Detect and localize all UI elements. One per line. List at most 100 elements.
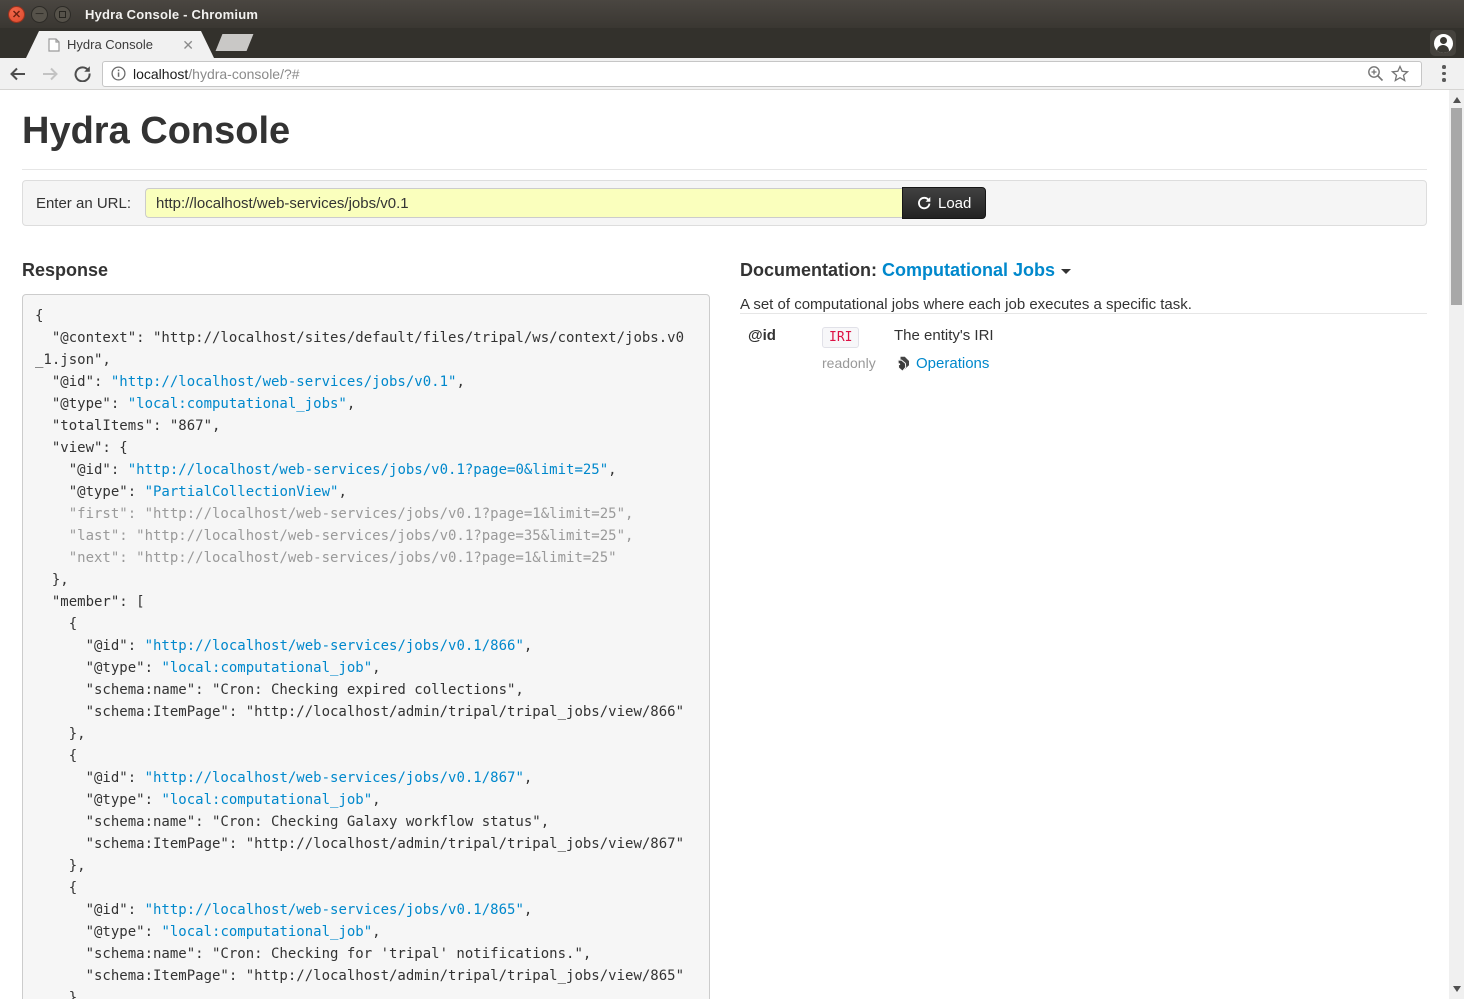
browser-tab[interactable]: Hydra Console ✕: [26, 31, 214, 58]
json-text: ,: [524, 902, 532, 918]
person-icon: [1434, 34, 1453, 53]
load-button[interactable]: Load: [902, 187, 986, 219]
zoom-button[interactable]: [1363, 60, 1387, 88]
window-minimize-icon[interactable]: ─: [31, 6, 48, 23]
json-text: _1.json",: [35, 352, 111, 368]
url-path: /hydra-console/?#: [188, 66, 299, 82]
property-row: @id IRI The entity's IRI readonly: [740, 327, 1427, 372]
tags-icon: [894, 356, 911, 371]
property-description: The entity's IRI: [894, 327, 1427, 348]
tab-title: Hydra Console: [67, 37, 176, 52]
json-text: "last": "http://localhost/web-services/j…: [35, 528, 633, 544]
json-text: "@id":: [35, 638, 145, 654]
browser-window: ✕ ─ Hydra Console - Chromium Hydra Conso…: [0, 0, 1464, 999]
json-text: "schema:name": "Cron: Checking Galaxy wo…: [35, 814, 549, 830]
json-text: ,: [372, 924, 380, 940]
info-icon[interactable]: [111, 66, 126, 81]
url-form-panel: Enter an URL: Load: [22, 180, 1427, 226]
json-text: "first": "http://localhost/web-services/…: [35, 506, 633, 522]
json-link[interactable]: "local:computational_jobs": [128, 396, 347, 412]
new-tab-button[interactable]: [216, 34, 254, 51]
tab-close-icon[interactable]: ✕: [182, 38, 194, 52]
window-close-icon[interactable]: ✕: [8, 6, 25, 23]
json-text: ,: [372, 660, 380, 676]
operations-link[interactable]: Operations: [916, 355, 989, 372]
api-url-input[interactable]: [145, 188, 902, 218]
json-link[interactable]: "PartialCollectionView": [145, 484, 339, 500]
json-text: "@type":: [35, 792, 161, 808]
load-button-label: Load: [938, 195, 971, 212]
address-bar[interactable]: localhost/hydra-console/?#: [102, 61, 1422, 87]
json-link[interactable]: "local:computational_job": [161, 792, 372, 808]
json-text: "@id":: [35, 770, 145, 786]
json-link[interactable]: "http://localhost/web-services/jobs/v0.1…: [145, 638, 524, 654]
response-json: { "@context": "http://localhost/sites/de…: [22, 294, 710, 999]
url-host: localhost: [133, 66, 188, 82]
page-scrollbar[interactable]: [1449, 90, 1464, 999]
window-maximize-icon[interactable]: [54, 6, 71, 23]
json-text: "member": [: [35, 594, 145, 610]
json-link[interactable]: "local:computational_job": [161, 660, 372, 676]
json-link[interactable]: "http://localhost/web-services/jobs/v0.1…: [111, 374, 457, 390]
json-text: "@type":: [35, 484, 145, 500]
documentation-class-dropdown[interactable]: Computational Jobs: [882, 260, 1071, 280]
star-icon: [1391, 65, 1409, 82]
json-text: "totalItems": "867",: [35, 418, 220, 434]
json-text: "schema:ItemPage": "http://localhost/adm…: [35, 704, 684, 720]
json-text: ,: [524, 770, 532, 786]
page-title: Hydra Console: [22, 110, 1427, 152]
json-text: "@type":: [35, 396, 128, 412]
response-heading: Response: [22, 260, 710, 281]
json-link[interactable]: "http://localhost/web-services/jobs/v0.1…: [128, 462, 608, 478]
scrollbar-up-icon[interactable]: [1453, 97, 1461, 103]
reload-button[interactable]: [68, 60, 96, 88]
json-text: "schema:name": "Cron: Checking expired c…: [35, 682, 524, 698]
reload-icon: [74, 65, 91, 82]
json-text: "@context": "http://localhost/sites/defa…: [35, 330, 684, 346]
json-text: {: [35, 616, 77, 632]
json-text: "next": "http://localhost/web-services/j…: [35, 550, 617, 566]
scrollbar-down-icon[interactable]: [1453, 986, 1461, 992]
caret-down-icon: [1061, 269, 1071, 274]
json-link[interactable]: "local:computational_job": [161, 924, 372, 940]
json-text: ,: [347, 396, 355, 412]
scrollbar-thumb[interactable]: [1451, 108, 1462, 305]
url-form: Enter an URL: Load: [33, 187, 1416, 219]
window-title: Hydra Console - Chromium: [85, 7, 258, 22]
json-text: },: [35, 726, 86, 742]
json-link[interactable]: "http://localhost/web-services/jobs/v0.1…: [145, 902, 524, 918]
json-text: {: [35, 880, 77, 896]
property-type-badge: IRI: [822, 327, 859, 348]
back-button[interactable]: [4, 60, 32, 88]
documentation-description: A set of computational jobs where each j…: [740, 296, 1427, 313]
url-input-label: Enter an URL:: [33, 195, 145, 212]
json-text: "@id":: [35, 374, 111, 390]
property-access: readonly: [822, 355, 894, 372]
zoom-icon: [1367, 65, 1384, 82]
browser-menu-button[interactable]: [1432, 62, 1456, 86]
json-text: {: [35, 748, 77, 764]
forward-icon: [41, 66, 59, 82]
response-panel: Response { "@context": "http://localhost…: [22, 260, 710, 999]
json-text: "schema:name": "Cron: Checking for 'trip…: [35, 946, 591, 962]
json-text: ,: [338, 484, 346, 500]
json-text: "@id":: [35, 462, 128, 478]
json-text: "schema:ItemPage": "http://localhost/adm…: [35, 968, 684, 984]
json-text: },: [35, 990, 86, 999]
json-text: {: [35, 308, 43, 324]
page-icon: [48, 38, 60, 52]
forward-button[interactable]: [36, 60, 64, 88]
profile-avatar-button[interactable]: [1430, 30, 1456, 56]
json-text: "schema:ItemPage": "http://localhost/adm…: [35, 836, 684, 852]
property-name: @id: [748, 327, 822, 348]
json-text: "@type":: [35, 660, 161, 676]
json-text: },: [35, 572, 69, 588]
json-text: ,: [524, 638, 532, 654]
json-link[interactable]: "http://localhost/web-services/jobs/v0.1…: [145, 770, 524, 786]
browser-toolbar: localhost/hydra-console/?#: [0, 58, 1464, 90]
documentation-heading: Documentation:: [740, 260, 877, 280]
json-text: ,: [608, 462, 616, 478]
web-page: Hydra Console Enter an URL: Load: [0, 90, 1464, 999]
refresh-icon: [917, 196, 931, 210]
bookmark-button[interactable]: [1387, 60, 1413, 88]
